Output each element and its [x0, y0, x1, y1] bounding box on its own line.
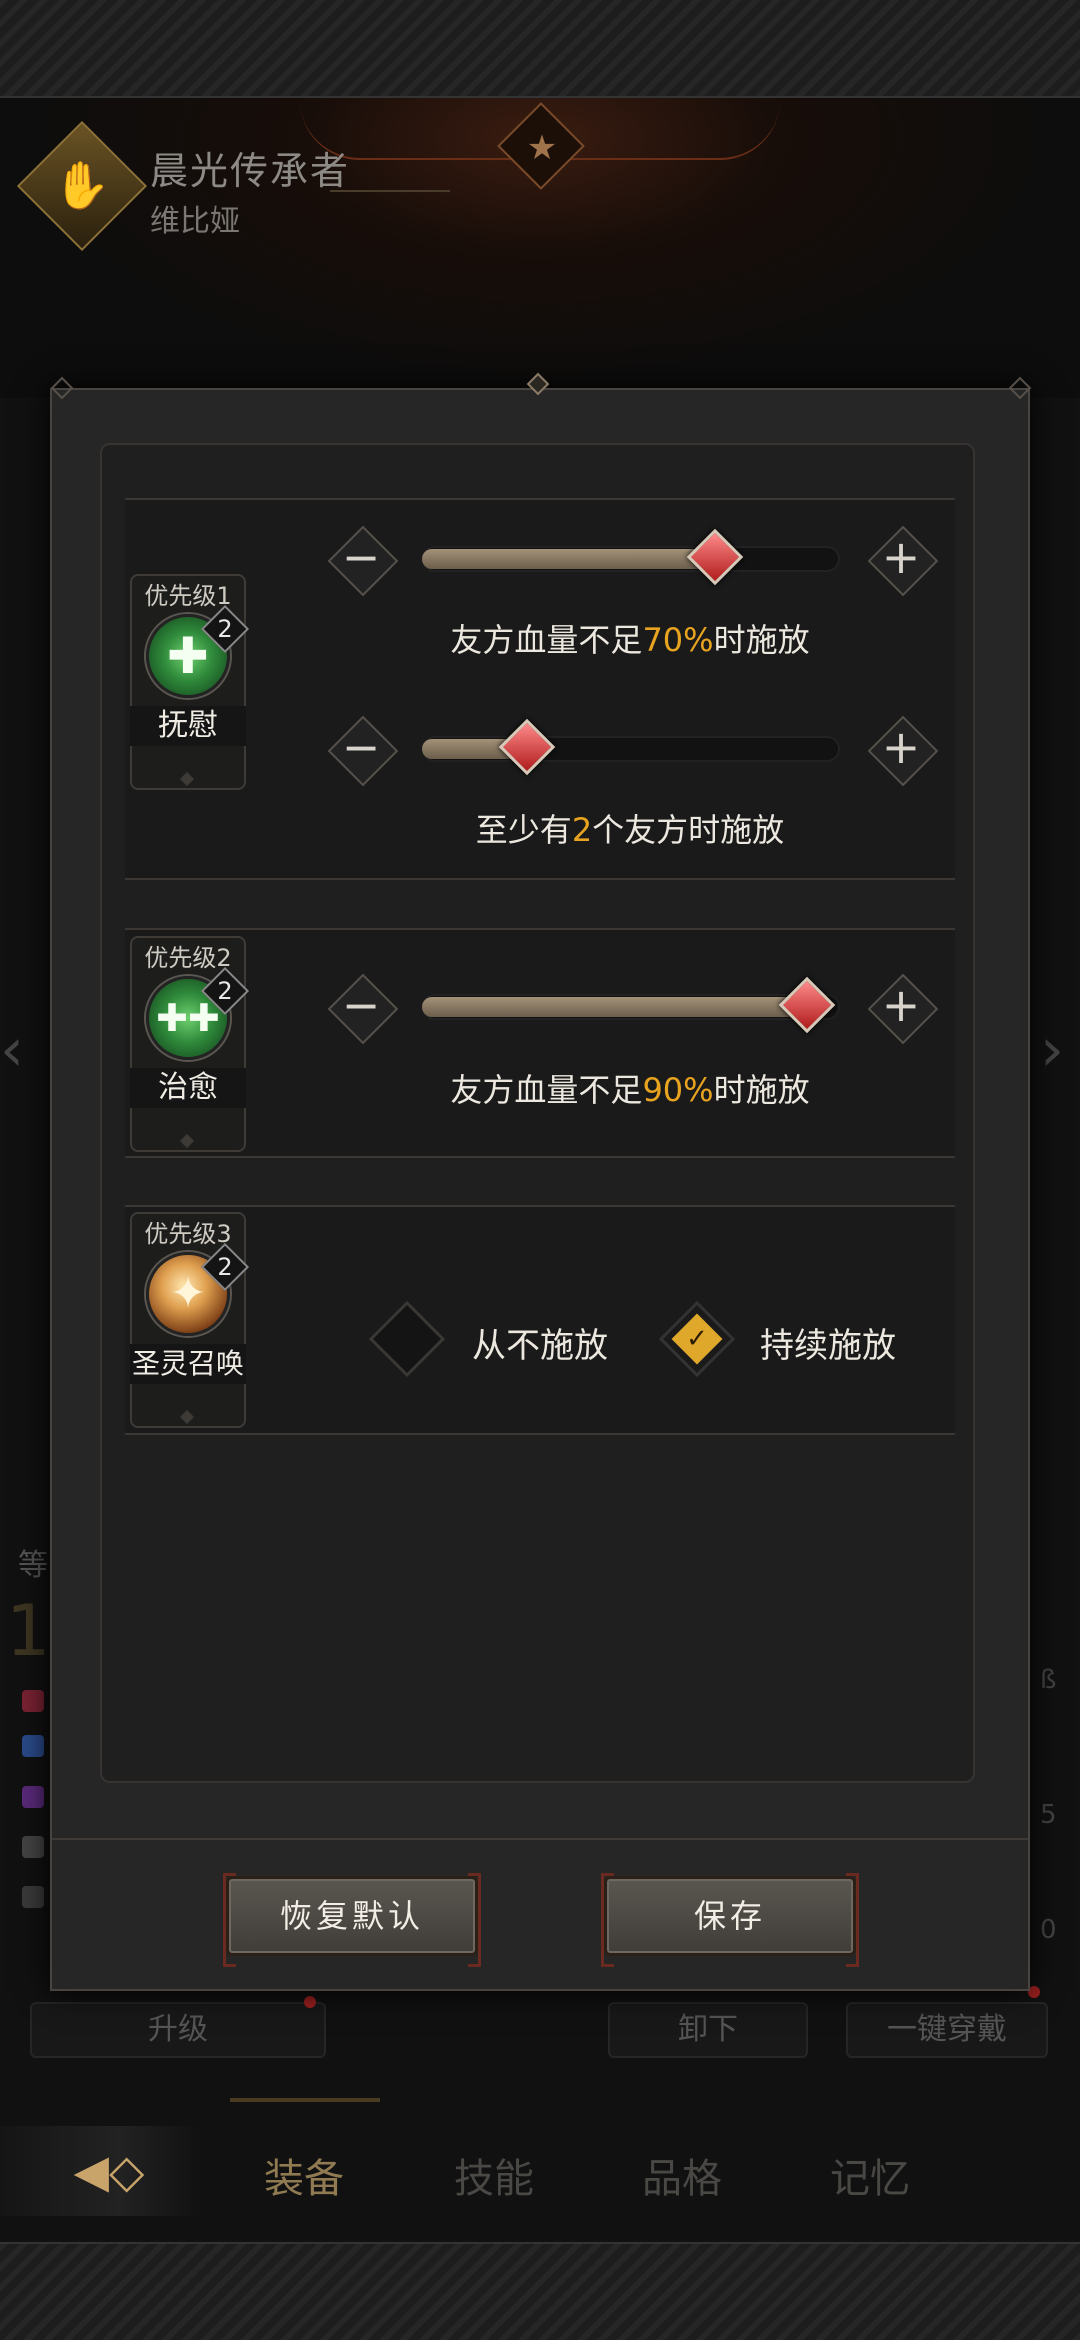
condition-prefix: 至少有	[475, 811, 572, 849]
always-cast-label[interactable]: 持续施放	[760, 1318, 896, 1367]
save-button[interactable]: 保存	[601, 1873, 859, 1967]
skill-card[interactable]: 优先级1 ✚ 2 抚慰	[130, 574, 250, 790]
condition-value: 70%	[642, 621, 714, 659]
condition-text: 友方血量不足90%时施放	[330, 1065, 930, 1111]
condition-text: 至少有2个友方时施放	[330, 805, 930, 851]
hand-icon: ✋	[53, 158, 111, 212]
condition-prefix: 友方血量不足	[450, 621, 643, 659]
increase-button[interactable]: +	[872, 720, 930, 778]
hero-title: 晨光传承者	[150, 149, 351, 193]
feather-icon	[22, 1836, 44, 1858]
title-underline	[330, 190, 450, 192]
condition-value: 2	[571, 811, 593, 849]
skill-name: 圣灵召唤	[130, 1344, 246, 1384]
minus-glyph: −	[341, 530, 381, 584]
increase-button[interactable]: +	[872, 530, 930, 588]
shield-icon	[22, 1735, 44, 1757]
skill-row-2	[125, 928, 955, 1158]
condition-suffix: 个友方时施放	[592, 811, 785, 849]
arrow-icon	[22, 1886, 44, 1908]
magic-icon	[22, 1786, 44, 1808]
condition-text: 友方血量不足70%时施放	[330, 615, 930, 661]
background-mark: 5	[1040, 1800, 1057, 1830]
tab-character[interactable]: 品格	[622, 2146, 742, 2204]
check-icon: ✓	[686, 1324, 708, 1354]
active-tab-indicator	[230, 2098, 380, 2102]
prev-arrow-icon: ‹	[0, 1015, 24, 1085]
plus-glyph: +	[881, 720, 921, 774]
slider-fill	[422, 549, 715, 569]
hp-threshold-slider[interactable]	[422, 976, 840, 1034]
slider-fill	[422, 997, 807, 1017]
plus-glyph: +	[881, 978, 921, 1032]
bottom-ornament-band	[0, 2242, 1080, 2340]
star-icon: ★	[526, 128, 558, 168]
condition-value: 90%	[642, 1071, 714, 1109]
background-mark: ß	[1040, 1665, 1057, 1695]
equip-all-button: 一键穿戴	[846, 2002, 1048, 2058]
ally-count-slider[interactable]	[422, 718, 840, 776]
top-ornament-band	[0, 0, 1080, 98]
condition-prefix: 友方血量不足	[450, 1071, 643, 1109]
level-number: 2	[217, 615, 233, 643]
minus-glyph: −	[341, 720, 381, 774]
skill-card[interactable]: 优先级2 ✚✚ 2 治愈	[130, 936, 250, 1152]
never-cast-label[interactable]: 从不施放	[472, 1318, 608, 1367]
minus-glyph: −	[341, 978, 381, 1032]
priority-label: 优先级3	[144, 1220, 232, 1248]
decrease-button[interactable]: −	[332, 978, 390, 1036]
unequip-button: 卸下	[608, 2002, 808, 2058]
skill-name: 抚慰	[130, 706, 246, 746]
increase-button[interactable]: +	[872, 978, 930, 1036]
priority-label: 优先级1	[144, 582, 232, 610]
stat-icon	[22, 1690, 44, 1712]
decrease-button[interactable]: −	[332, 530, 390, 588]
hero-name: 维比娅	[150, 204, 240, 239]
skill-name: 治愈	[130, 1068, 246, 1108]
skill-card[interactable]: 优先级3 ✦ 2 圣灵召唤	[130, 1212, 250, 1428]
dialog-divider	[52, 1838, 1028, 1840]
plus-glyph: +	[881, 530, 921, 584]
hp-threshold-slider[interactable]	[422, 528, 840, 586]
back-icon[interactable]: ◀◇	[34, 2144, 184, 2198]
reset-default-button[interactable]: 恢复默认	[223, 1873, 481, 1967]
tab-equipment[interactable]: 装备	[244, 2146, 364, 2204]
notification-dot	[304, 1996, 316, 2008]
priority-label: 优先级2	[144, 944, 232, 972]
condition-suffix: 时施放	[713, 621, 810, 659]
level-number: 2	[217, 1253, 233, 1281]
decrease-button[interactable]: −	[332, 720, 390, 778]
background-level-label: 等	[18, 1548, 48, 1583]
next-arrow-icon: ›	[1040, 1015, 1064, 1085]
upgrade-button: 升级	[30, 2002, 326, 2058]
level-number: 2	[217, 977, 233, 1005]
condition-suffix: 时施放	[713, 1071, 810, 1109]
tab-memory[interactable]: 记忆	[810, 2146, 930, 2204]
tab-skills[interactable]: 技能	[434, 2146, 554, 2204]
background-level-value: 1	[6, 1590, 51, 1672]
background-mark: 0	[1040, 1915, 1057, 1945]
